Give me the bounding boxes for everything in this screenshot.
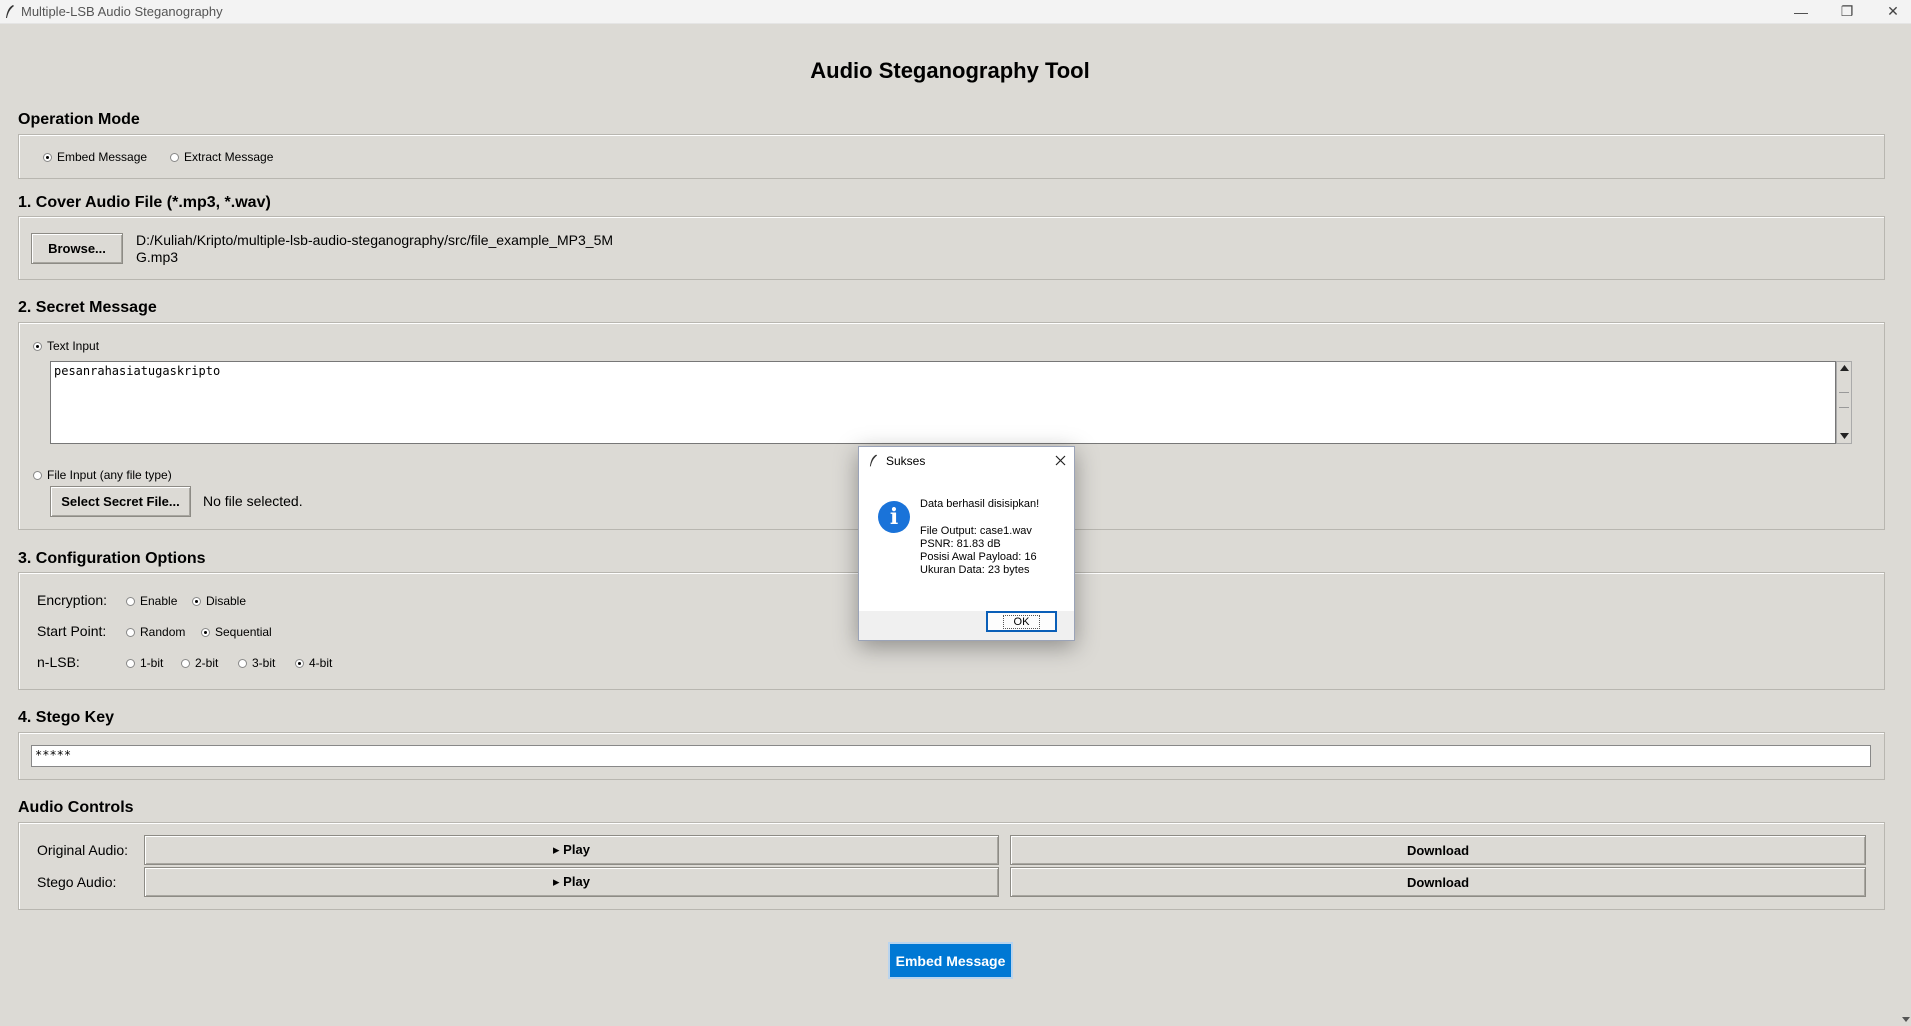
dialog-line-output: File Output: case1.wav [920, 525, 1032, 537]
stego-key-title: 4. Stego Key [18, 709, 115, 726]
dialog-titlebar: Sukses [859, 447, 1074, 475]
download-stego-button[interactable]: Download [1010, 867, 1866, 897]
radio-indicator [126, 627, 135, 637]
radio-text-input[interactable]: Text Input [33, 339, 99, 353]
cover-audio-title: 1. Cover Audio File (*.mp3, *.wav) [18, 194, 271, 211]
radio-label: Extract Message [184, 150, 274, 164]
dialog-close-icon[interactable] [1055, 455, 1066, 466]
restore-icon: ❐ [1840, 3, 1854, 19]
radio-label: 2-bit [195, 656, 219, 670]
radio-indicator [238, 658, 247, 668]
audio-controls-title: Audio Controls [18, 799, 134, 816]
dialog-title: Sukses [886, 454, 926, 468]
radio-indicator [43, 152, 52, 162]
dialog-line-psnr: PSNR: 81.83 dB [920, 538, 1001, 550]
radio-label: Enable [140, 594, 178, 608]
scroll-down-icon[interactable] [1840, 433, 1849, 440]
page-title: Audio Steganography Tool [810, 58, 1090, 83]
operation-mode-title: Operation Mode [18, 111, 140, 128]
radio-label: 3-bit [252, 656, 276, 670]
radio-label: Disable [206, 594, 247, 608]
radio-label: 1-bit [140, 656, 164, 670]
scroll-thumb[interactable] [1839, 392, 1849, 408]
scroll-up-icon[interactable] [1840, 364, 1849, 371]
close-icon: ✕ [1887, 3, 1899, 19]
window-titlebar: Multiple-LSB Audio Steganography — ❐ ✕ [0, 0, 1911, 24]
radio-indicator [192, 596, 201, 606]
radio-nlsb-2bit[interactable]: 2-bit [181, 656, 218, 670]
radio-indicator [170, 152, 179, 162]
dialog-line-payload: Posisi Awal Payload: 16 [920, 551, 1037, 563]
radio-label: Random [140, 625, 186, 639]
stego-audio-label: Stego Audio: [37, 874, 117, 890]
feather-icon [869, 454, 878, 467]
textarea-scrollbar[interactable] [1836, 361, 1852, 444]
radio-encryption-disable[interactable]: Disable [192, 594, 246, 608]
radio-embed-message[interactable]: Embed Message [43, 150, 147, 164]
cover-file-path-line2: G.mp3 [136, 249, 179, 265]
embed-message-button[interactable]: Embed Message [888, 942, 1013, 979]
info-icon: i [878, 501, 910, 533]
radio-indicator [126, 658, 135, 668]
radio-label: Embed Message [57, 150, 148, 164]
start-point-label: Start Point: [37, 623, 107, 639]
secret-message-textarea[interactable]: pesanrahasiatugaskripto [50, 361, 1836, 444]
stego-key-group: ***** [18, 732, 1885, 780]
secret-file-status: No file selected. [203, 493, 303, 509]
original-audio-label: Original Audio: [37, 842, 129, 858]
radio-nlsb-1bit[interactable]: 1-bit [126, 656, 163, 670]
play-stego-button[interactable]: ▸ Play [144, 867, 999, 897]
radio-label: Text Input [47, 339, 100, 353]
cover-file-path-line1: D:/Kuliah/Kripto/multiple-lsb-audio-steg… [136, 232, 614, 248]
stego-key-input[interactable]: ***** [31, 745, 1871, 767]
restore-button[interactable]: ❐ [1825, 0, 1869, 23]
radio-indicator [201, 627, 210, 637]
radio-start-random[interactable]: Random [126, 625, 185, 639]
radio-start-sequential[interactable]: Sequential [201, 625, 272, 639]
browse-button[interactable]: Browse... [31, 233, 123, 264]
feather-icon [6, 5, 14, 18]
dialog-headline: Data berhasil disisipkan! [920, 498, 1040, 510]
radio-nlsb-4bit[interactable]: 4-bit [295, 656, 332, 670]
radio-indicator [295, 658, 304, 668]
secret-message-title: 2. Secret Message [18, 299, 157, 316]
window-scroll-down-icon[interactable] [1902, 1016, 1910, 1024]
success-dialog: Sukses i Data berhasil disisipkan! File … [858, 446, 1075, 641]
dialog-message: File Output: case1.wav PSNR: 81.83 dB Po… [920, 525, 1037, 577]
radio-label: 4-bit [309, 656, 333, 670]
cover-audio-group: Browse... D:/Kuliah/Kripto/multiple-lsb-… [18, 216, 1885, 280]
radio-indicator [181, 658, 190, 668]
radio-indicator [33, 341, 42, 351]
audio-controls-group: Original Audio: ▸ Play Download Stego Au… [18, 822, 1885, 910]
radio-label: Sequential [215, 625, 272, 639]
dialog-line-size: Ukuran Data: 23 bytes [920, 564, 1030, 576]
nlsb-label: n-LSB: [37, 654, 80, 670]
minimize-icon: — [1794, 3, 1808, 20]
play-original-button[interactable]: ▸ Play [144, 835, 999, 865]
close-button[interactable]: ✕ [1871, 0, 1911, 23]
cover-file-path: D:/Kuliah/Kripto/multiple-lsb-audio-steg… [136, 232, 613, 266]
radio-label: File Input (any file type) [47, 468, 172, 482]
radio-file-input[interactable]: File Input (any file type) [33, 468, 172, 482]
radio-nlsb-3bit[interactable]: 3-bit [238, 656, 275, 670]
window-title: Multiple-LSB Audio Steganography [21, 4, 223, 19]
ok-button[interactable]: OK [986, 611, 1057, 632]
ok-label: OK [1002, 614, 1041, 629]
select-secret-file-button[interactable]: Select Secret File... [50, 486, 191, 517]
radio-encryption-enable[interactable]: Enable [126, 594, 177, 608]
encryption-label: Encryption: [37, 592, 108, 608]
operation-mode-group: Embed Message Extract Message [18, 134, 1885, 179]
download-original-button[interactable]: Download [1010, 835, 1866, 865]
radio-indicator [33, 470, 42, 480]
radio-extract-message[interactable]: Extract Message [170, 150, 273, 164]
configuration-title: 3. Configuration Options [18, 550, 206, 567]
minimize-button[interactable]: — [1779, 0, 1823, 23]
radio-indicator [126, 596, 135, 606]
